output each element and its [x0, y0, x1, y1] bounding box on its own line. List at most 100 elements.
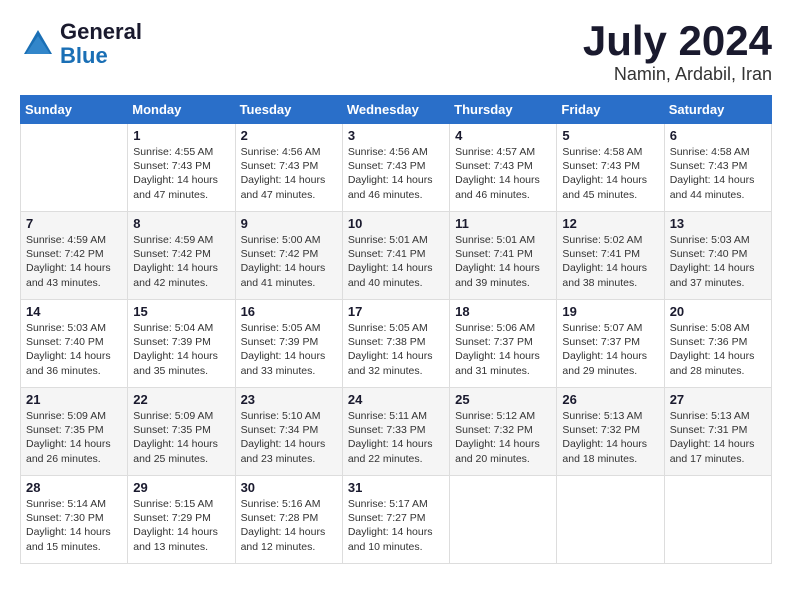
calendar-day-cell: 16 Sunrise: 5:05 AMSunset: 7:39 PMDayligh…	[235, 300, 342, 388]
calendar-day-cell: 25 Sunrise: 5:12 AMSunset: 7:32 PMDayligh…	[450, 388, 557, 476]
day-details: Sunrise: 5:03 AMSunset: 7:40 PMDaylight:…	[670, 233, 766, 290]
calendar-day-cell: 18Sunrise: 5:06 AMSunset: 7:37 PMDayligh…	[450, 300, 557, 388]
calendar-day-cell: 29 Sunrise: 5:15 AMSunset: 7:29 PMDayligh…	[128, 476, 235, 564]
day-number: 17	[348, 304, 444, 319]
day-number: 3	[348, 128, 444, 143]
day-number: 19	[562, 304, 658, 319]
day-number: 13	[670, 216, 766, 231]
day-details: Sunrise: 4:55 AMSunset: 7:43 PMDaylight:…	[133, 145, 229, 202]
calendar-day-cell: 11 Sunrise: 5:01 AMSunset: 7:41 PMDayligh…	[450, 212, 557, 300]
calendar-day-cell: 1 Sunrise: 4:55 AMSunset: 7:43 PMDaylight…	[128, 124, 235, 212]
calendar-day-cell: 19 Sunrise: 5:07 AMSunset: 7:37 PMDayligh…	[557, 300, 664, 388]
day-details: Sunrise: 5:15 AMSunset: 7:29 PMDaylight:…	[133, 497, 229, 554]
calendar-day-cell: 28Sunrise: 5:14 AMSunset: 7:30 PMDayligh…	[21, 476, 128, 564]
day-number: 18	[455, 304, 551, 319]
day-number: 5	[562, 128, 658, 143]
calendar-week-row: 1 Sunrise: 4:55 AMSunset: 7:43 PMDaylight…	[21, 124, 772, 212]
day-number: 16	[241, 304, 337, 319]
day-number: 14	[26, 304, 122, 319]
weekday-header-cell: Wednesday	[342, 96, 449, 124]
calendar-day-cell: 12Sunrise: 5:02 AMSunset: 7:41 PMDayligh…	[557, 212, 664, 300]
day-number: 25	[455, 392, 551, 407]
logo-icon	[20, 26, 56, 62]
day-details: Sunrise: 5:10 AMSunset: 7:34 PMDaylight:…	[241, 409, 337, 466]
calendar-week-row: 21Sunrise: 5:09 AMSunset: 7:35 PMDayligh…	[21, 388, 772, 476]
calendar-day-cell: 5 Sunrise: 4:58 AMSunset: 7:43 PMDaylight…	[557, 124, 664, 212]
calendar-day-cell: 9Sunrise: 5:00 AMSunset: 7:42 PMDaylight…	[235, 212, 342, 300]
day-details: Sunrise: 5:13 AMSunset: 7:31 PMDaylight:…	[670, 409, 766, 466]
day-details: Sunrise: 5:12 AMSunset: 7:32 PMDaylight:…	[455, 409, 551, 466]
day-number: 2	[241, 128, 337, 143]
calendar-day-cell: 7Sunrise: 4:59 AMSunset: 7:42 PMDaylight…	[21, 212, 128, 300]
calendar-day-cell: 14 Sunrise: 5:03 AMSunset: 7:40 PMDayligh…	[21, 300, 128, 388]
day-number: 1	[133, 128, 229, 143]
calendar-day-cell: 6 Sunrise: 4:58 AMSunset: 7:43 PMDaylight…	[664, 124, 771, 212]
logo-text: General Blue	[60, 20, 142, 68]
day-number: 15	[133, 304, 229, 319]
calendar-day-cell	[557, 476, 664, 564]
day-details: Sunrise: 5:03 AMSunset: 7:40 PMDaylight:…	[26, 321, 122, 378]
day-number: 31	[348, 480, 444, 495]
calendar-day-cell: 17 Sunrise: 5:05 AMSunset: 7:38 PMDayligh…	[342, 300, 449, 388]
day-number: 28	[26, 480, 122, 495]
day-details: Sunrise: 5:09 AMSunset: 7:35 PMDaylight:…	[133, 409, 229, 466]
day-details: Sunrise: 5:02 AMSunset: 7:41 PMDaylight:…	[562, 233, 658, 290]
day-details: Sunrise: 5:17 AMSunset: 7:27 PMDaylight:…	[348, 497, 444, 554]
day-details: Sunrise: 5:07 AMSunset: 7:37 PMDaylight:…	[562, 321, 658, 378]
day-details: Sunrise: 5:13 AMSunset: 7:32 PMDaylight:…	[562, 409, 658, 466]
day-details: Sunrise: 4:56 AMSunset: 7:43 PMDaylight:…	[241, 145, 337, 202]
day-details: Sunrise: 5:01 AMSunset: 7:41 PMDaylight:…	[455, 233, 551, 290]
calendar-table: SundayMondayTuesdayWednesdayThursdayFrid…	[20, 95, 772, 564]
day-number: 30	[241, 480, 337, 495]
day-number: 22	[133, 392, 229, 407]
weekday-header-cell: Thursday	[450, 96, 557, 124]
calendar-day-cell: 2 Sunrise: 4:56 AMSunset: 7:43 PMDaylight…	[235, 124, 342, 212]
weekday-header-row: SundayMondayTuesdayWednesdayThursdayFrid…	[21, 96, 772, 124]
calendar-day-cell: 22 Sunrise: 5:09 AMSunset: 7:35 PMDayligh…	[128, 388, 235, 476]
day-number: 23	[241, 392, 337, 407]
calendar-week-row: 7 Sunrise: 4:59 AMSunset: 7:42 PMDaylight…	[21, 212, 772, 300]
day-number: 10	[348, 216, 444, 231]
day-number: 11	[455, 216, 551, 231]
calendar-day-cell	[450, 476, 557, 564]
calendar-day-cell: 13 Sunrise: 5:03 AMSunset: 7:40 PMDayligh…	[664, 212, 771, 300]
calendar-day-cell: 3Sunrise: 4:56 AMSunset: 7:43 PMDaylight…	[342, 124, 449, 212]
weekday-header-cell: Monday	[128, 96, 235, 124]
day-number: 6	[670, 128, 766, 143]
calendar-day-cell: 20Sunrise: 5:08 AMSunset: 7:36 PMDayligh…	[664, 300, 771, 388]
calendar-day-cell: 26 Sunrise: 5:13 AMSunset: 7:32 PMDayligh…	[557, 388, 664, 476]
day-number: 7	[26, 216, 122, 231]
day-number: 4	[455, 128, 551, 143]
location-title: Namin, Ardabil, Iran	[583, 64, 772, 85]
calendar-body: 1 Sunrise: 4:55 AMSunset: 7:43 PMDaylight…	[21, 124, 772, 564]
day-details: Sunrise: 5:01 AMSunset: 7:41 PMDaylight:…	[348, 233, 444, 290]
day-details: Sunrise: 5:05 AMSunset: 7:39 PMDaylight:…	[241, 321, 337, 378]
calendar-day-cell	[664, 476, 771, 564]
day-details: Sunrise: 5:08 AMSunset: 7:36 PMDaylight:…	[670, 321, 766, 378]
day-details: Sunrise: 5:09 AMSunset: 7:35 PMDaylight:…	[26, 409, 122, 466]
day-number: 27	[670, 392, 766, 407]
day-details: Sunrise: 4:58 AMSunset: 7:43 PMDaylight:…	[670, 145, 766, 202]
page-header: General Blue July 2024 Namin, Ardabil, I…	[20, 20, 772, 85]
day-number: 29	[133, 480, 229, 495]
calendar-day-cell: 27 Sunrise: 5:13 AMSunset: 7:31 PMDayligh…	[664, 388, 771, 476]
weekday-header-cell: Sunday	[21, 96, 128, 124]
calendar-day-cell: 30 Sunrise: 5:16 AMSunset: 7:28 PMDayligh…	[235, 476, 342, 564]
day-details: Sunrise: 4:59 AMSunset: 7:42 PMDaylight:…	[133, 233, 229, 290]
day-number: 9	[241, 216, 337, 231]
day-details: Sunrise: 5:05 AMSunset: 7:38 PMDaylight:…	[348, 321, 444, 378]
calendar-day-cell: 15Sunrise: 5:04 AMSunset: 7:39 PMDayligh…	[128, 300, 235, 388]
calendar-week-row: 14 Sunrise: 5:03 AMSunset: 7:40 PMDayligh…	[21, 300, 772, 388]
day-details: Sunrise: 5:11 AMSunset: 7:33 PMDaylight:…	[348, 409, 444, 466]
calendar-day-cell: 21Sunrise: 5:09 AMSunset: 7:35 PMDayligh…	[21, 388, 128, 476]
title-block: July 2024 Namin, Ardabil, Iran	[583, 20, 772, 85]
day-details: Sunrise: 4:57 AMSunset: 7:43 PMDaylight:…	[455, 145, 551, 202]
day-number: 26	[562, 392, 658, 407]
calendar-week-row: 28Sunrise: 5:14 AMSunset: 7:30 PMDayligh…	[21, 476, 772, 564]
calendar-day-cell: 4 Sunrise: 4:57 AMSunset: 7:43 PMDaylight…	[450, 124, 557, 212]
calendar-day-cell: 8Sunrise: 4:59 AMSunset: 7:42 PMDaylight…	[128, 212, 235, 300]
day-details: Sunrise: 5:16 AMSunset: 7:28 PMDaylight:…	[241, 497, 337, 554]
calendar-day-cell: 24Sunrise: 5:11 AMSunset: 7:33 PMDayligh…	[342, 388, 449, 476]
day-details: Sunrise: 4:58 AMSunset: 7:43 PMDaylight:…	[562, 145, 658, 202]
month-title: July 2024	[583, 20, 772, 62]
